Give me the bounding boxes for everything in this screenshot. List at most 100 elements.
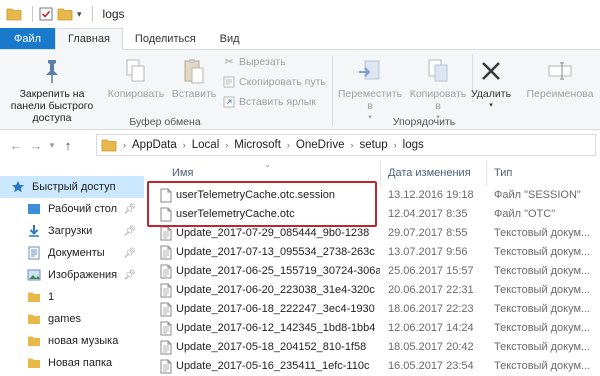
paste-button[interactable]: Вставить xyxy=(170,54,218,100)
nav-folder-new-folder[interactable]: Новая папка xyxy=(0,352,144,374)
breadcrumb-separator[interactable]: › xyxy=(123,140,126,150)
breadcrumb-appdata[interactable]: AppData xyxy=(132,139,177,151)
cut-button[interactable]: ✂ Вырезать xyxy=(222,56,286,68)
text-file-icon xyxy=(160,302,172,320)
pin-icon[interactable]: 📌︎ xyxy=(123,204,136,215)
tab-share[interactable]: Поделиться xyxy=(123,28,208,49)
rename-button[interactable]: Переименова xyxy=(520,54,600,100)
folder-icon xyxy=(26,357,42,369)
clipboard-group: Закрепить на панели быстрого доступа Коп… xyxy=(0,50,330,130)
nav-item-label: Изображения xyxy=(48,269,118,281)
dropdown-arrow-icon: ▾ xyxy=(489,102,493,109)
file-type: Текстовый докум... xyxy=(494,265,591,277)
clipboard-group-label: Буфер обмена xyxy=(129,116,201,128)
file-date: 20.06.2017 22:31 xyxy=(388,284,474,296)
breadcrumb-onedrive[interactable]: OneDrive xyxy=(296,139,345,151)
breadcrumb-microsoft[interactable]: Microsoft xyxy=(234,139,281,151)
breadcrumb-separator[interactable]: › xyxy=(183,140,186,150)
nav-folder-games[interactable]: games xyxy=(0,308,144,330)
text-file-icon xyxy=(160,340,172,358)
move-to-icon xyxy=(357,54,383,88)
text-file-icon xyxy=(160,321,172,339)
nav-pictures[interactable]: Изображения 📌︎ xyxy=(0,264,144,286)
column-divider[interactable] xyxy=(486,160,487,186)
breadcrumb-local[interactable]: Local xyxy=(192,139,220,151)
file-date: 13.07.2017 9:56 xyxy=(388,246,468,258)
file-icon xyxy=(160,207,172,225)
file-name: Update_2017-06-12_142345_1bd8-1bb4 xyxy=(176,322,376,334)
scissors-icon: ✂ xyxy=(224,56,234,68)
navigation-pane: Быстрый доступ Рабочий стол 📌︎ Загрузки … xyxy=(0,160,144,376)
file-type: Текстовый докум... xyxy=(494,246,591,258)
move-to-button[interactable]: Переместить в ▾ xyxy=(334,54,406,124)
separator xyxy=(91,6,93,22)
up-arrow-icon[interactable]: ↑ xyxy=(58,134,78,156)
star-icon xyxy=(10,180,26,194)
file-row[interactable]: Update_2017-07-13_095534_2738-263c 13.07.… xyxy=(150,243,600,262)
copy-button[interactable]: Копировать xyxy=(108,54,164,100)
file-list: ⌄ Имя Дата изменения Тип userTelemetryCa… xyxy=(150,160,600,376)
breadcrumb-separator[interactable]: › xyxy=(225,140,228,150)
properties-check-icon[interactable] xyxy=(39,7,53,21)
file-name: Update_2017-06-25_155719_30724-306ac xyxy=(176,265,380,277)
delete-label: Удалить xyxy=(470,88,512,100)
breadcrumb-separator[interactable]: › xyxy=(351,140,354,150)
paste-shortcut-button[interactable]: Вставить ярлык xyxy=(222,96,316,108)
recent-locations-icon[interactable]: ▾ xyxy=(46,134,58,156)
pin-quick-access-button[interactable]: Закрепить на панели быстрого доступа xyxy=(4,54,100,124)
back-icon[interactable]: ← xyxy=(6,134,26,156)
tab-home[interactable]: Главная xyxy=(55,28,123,50)
forward-icon[interactable]: → xyxy=(26,134,46,156)
file-row[interactable]: Update_2017-05-16_235411_1efc-110c 16.05.… xyxy=(150,357,600,376)
column-header-name[interactable]: Имя xyxy=(172,160,193,186)
file-row[interactable]: userTelemetryCache.otc 12.04.2017 8:35 Фай… xyxy=(150,205,600,224)
pin-icon[interactable]: 📌︎ xyxy=(123,226,136,237)
nav-folder-new-music[interactable]: новая музыка xyxy=(0,330,144,352)
file-row[interactable]: userTelemetryCache.otc.session 13.12.2016… xyxy=(150,186,600,205)
breadcrumb-separator[interactable]: › xyxy=(394,140,397,150)
pin-icon[interactable]: 📌︎ xyxy=(123,248,136,259)
file-name: Update_2017-06-20_223038_31e4-320c xyxy=(176,284,375,296)
tab-file[interactable]: Файл xyxy=(0,28,56,49)
nav-quick-access[interactable]: Быстрый доступ xyxy=(0,176,144,198)
organize-group-label: Упорядочить xyxy=(392,116,456,128)
tab-view[interactable]: Вид xyxy=(208,28,252,49)
nav-folder-1[interactable]: 1 xyxy=(0,286,144,308)
new-folder-icon[interactable] xyxy=(57,7,73,21)
column-header-type[interactable]: Тип xyxy=(494,160,512,186)
nav-item-label: Документы xyxy=(48,247,105,259)
customize-dropdown-icon[interactable]: ▾ xyxy=(77,9,82,20)
nav-item-label: 1 xyxy=(48,291,55,303)
file-row[interactable]: Update_2017-07-29_085444_9b0-1238 29.07.2… xyxy=(150,224,600,243)
window-title: logs xyxy=(102,7,125,21)
breadcrumb-logs[interactable]: logs xyxy=(403,139,424,151)
nav-desktop[interactable]: Рабочий стол 📌︎ xyxy=(0,198,144,220)
documents-icon xyxy=(26,246,42,260)
delete-button[interactable]: Удалить ▾ xyxy=(466,54,516,112)
file-type: Текстовый докум... xyxy=(494,322,591,334)
nav-documents[interactable]: Документы 📌︎ xyxy=(0,242,144,264)
copy-path-icon xyxy=(222,76,236,88)
sort-caret-icon: ⌄ xyxy=(264,160,271,169)
copy-to-button[interactable]: Копировать в ▾ xyxy=(406,54,470,124)
address-bar[interactable]: › AppData › Local › Microsoft › OneDrive… xyxy=(96,134,596,156)
file-row[interactable]: Update_2017-05-18_204152_810-1f58 18.05.2… xyxy=(150,338,600,357)
file-row[interactable]: Update_2017-06-25_155719_30724-306ac 25.0… xyxy=(150,262,600,281)
column-divider[interactable] xyxy=(380,160,381,186)
paste-icon xyxy=(183,54,205,88)
copy-path-button[interactable]: Скопировать путь xyxy=(222,76,326,88)
folder-icon[interactable] xyxy=(6,7,22,21)
nav-downloads[interactable]: Загрузки 📌︎ xyxy=(0,220,144,242)
file-date: 25.06.2017 15:57 xyxy=(388,265,474,277)
breadcrumb-setup[interactable]: setup xyxy=(360,139,388,151)
shortcut-icon xyxy=(222,96,236,108)
file-row[interactable]: Update_2017-06-20_223038_31e4-320c 20.06.… xyxy=(150,281,600,300)
file-row[interactable]: Update_2017-06-12_142345_1bd8-1bb4 12.06.… xyxy=(150,319,600,338)
breadcrumb-separator[interactable]: › xyxy=(287,140,290,150)
cut-label: Вырезать xyxy=(239,56,286,68)
nav-item-label: новая музыка xyxy=(48,335,119,347)
pin-icon[interactable]: 📌︎ xyxy=(123,270,136,281)
column-header-date[interactable]: Дата изменения xyxy=(388,160,471,186)
desktop-folder-icon xyxy=(26,203,42,215)
file-row[interactable]: Update_2017-06-18_222247_3ec4-1930 18.06.… xyxy=(150,300,600,319)
